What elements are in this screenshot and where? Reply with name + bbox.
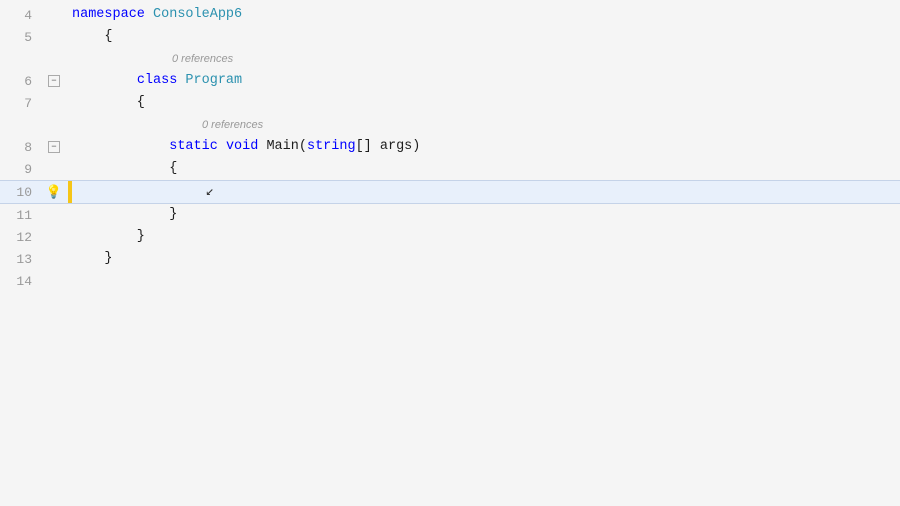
- brace-open-class: {: [72, 92, 145, 114]
- line-content-9: {: [68, 158, 900, 180]
- line-gutter-4: [40, 4, 68, 26]
- line-gutter-8[interactable]: −: [40, 136, 68, 158]
- line-number-11: 11: [0, 204, 40, 226]
- hint-text-main: 0 references: [72, 119, 263, 131]
- indent-6: [72, 70, 137, 92]
- brace-open-main: {: [72, 158, 177, 180]
- line-number-7: 7: [0, 92, 40, 114]
- line-content-6: class Program: [68, 70, 900, 92]
- line-gutter-10: 💡: [40, 181, 68, 203]
- indent-10: [76, 181, 206, 203]
- code-editor: 4 namespace ConsoleApp6 5 { 6 0 referenc…: [0, 0, 900, 506]
- code-line-4: 4 namespace ConsoleApp6: [0, 4, 900, 26]
- line-gutter-8-hint: [40, 114, 68, 136]
- code-line-12: 12 }: [0, 226, 900, 248]
- brace-close-class: }: [72, 226, 145, 248]
- keyword-string: string: [307, 136, 356, 158]
- collapse-button-6[interactable]: −: [48, 75, 60, 87]
- code-line-6-hint: 6 0 references: [0, 48, 900, 70]
- line-gutter-12: [40, 226, 68, 248]
- line-gutter-7: [40, 92, 68, 114]
- indent-8: [72, 136, 169, 158]
- line-content-8: static void Main(string[] args): [68, 136, 900, 158]
- code-area: 4 namespace ConsoleApp6 5 { 6 0 referenc…: [0, 0, 900, 506]
- references-hint-class: 0 references: [68, 48, 233, 70]
- line-gutter-9: [40, 158, 68, 180]
- code-line-10: 10 💡 ↙: [0, 180, 900, 204]
- code-line-11: 11 }: [0, 204, 900, 226]
- code-line-14: 14: [0, 270, 900, 292]
- line-content-7: {: [68, 92, 900, 114]
- code-line-9: 9 {: [0, 158, 900, 180]
- identifier-consoleapp6: ConsoleApp6: [153, 4, 242, 26]
- text-cursor: ↙: [206, 181, 214, 203]
- line-number-13: 13: [0, 248, 40, 270]
- brace-open: {: [72, 26, 113, 48]
- line-content-5: {: [68, 26, 900, 48]
- line-content-13: }: [68, 248, 900, 270]
- line-number-4: 4: [0, 4, 40, 26]
- line-content-11: }: [68, 204, 900, 226]
- method-main-args: [] args): [356, 136, 421, 158]
- line-gutter-13: [40, 248, 68, 270]
- brace-close-namespace: }: [72, 248, 113, 270]
- code-line-6: 6 − class Program: [0, 70, 900, 92]
- line-number-8: 8: [0, 136, 40, 158]
- collapse-button-8[interactable]: −: [48, 141, 60, 153]
- line-number-6-hint: 6: [0, 48, 40, 70]
- line-content-14: [68, 270, 900, 292]
- keyword-namespace: namespace: [72, 4, 153, 26]
- line-gutter-6[interactable]: −: [40, 70, 68, 92]
- keyword-static: static: [169, 136, 226, 158]
- code-line-8: 8 − static void Main(string[] args): [0, 136, 900, 158]
- code-line-8-hint: 8 0 references: [0, 114, 900, 136]
- line-content-4: namespace ConsoleApp6: [68, 4, 900, 26]
- line-content-10[interactable]: ↙: [72, 181, 900, 203]
- code-line-7: 7 {: [0, 92, 900, 114]
- line-gutter-5: [40, 26, 68, 48]
- method-main-open: Main(: [266, 136, 307, 158]
- references-hint-main: 0 references: [68, 114, 263, 136]
- line-number-12: 12: [0, 226, 40, 248]
- code-line-13: 13 }: [0, 248, 900, 270]
- line-gutter-6-hint: [40, 48, 68, 70]
- line-number-5: 5: [0, 26, 40, 48]
- identifier-program: Program: [185, 70, 242, 92]
- line-number-9: 9: [0, 158, 40, 180]
- line-number-14: 14: [0, 270, 40, 292]
- line-number-6: 6: [0, 70, 40, 92]
- lightbulb-icon[interactable]: 💡: [46, 184, 62, 200]
- line-gutter-14: [40, 270, 68, 292]
- keyword-class: class: [137, 70, 186, 92]
- line-number-10: 10: [0, 181, 40, 203]
- line-gutter-11: [40, 204, 68, 226]
- line-number-8-hint: 8: [0, 114, 40, 136]
- line-content-12: }: [68, 226, 900, 248]
- keyword-void: void: [226, 136, 267, 158]
- brace-close-main: }: [72, 204, 177, 226]
- hint-text-class: 0 references: [72, 53, 233, 65]
- code-line-5: 5 {: [0, 26, 900, 48]
